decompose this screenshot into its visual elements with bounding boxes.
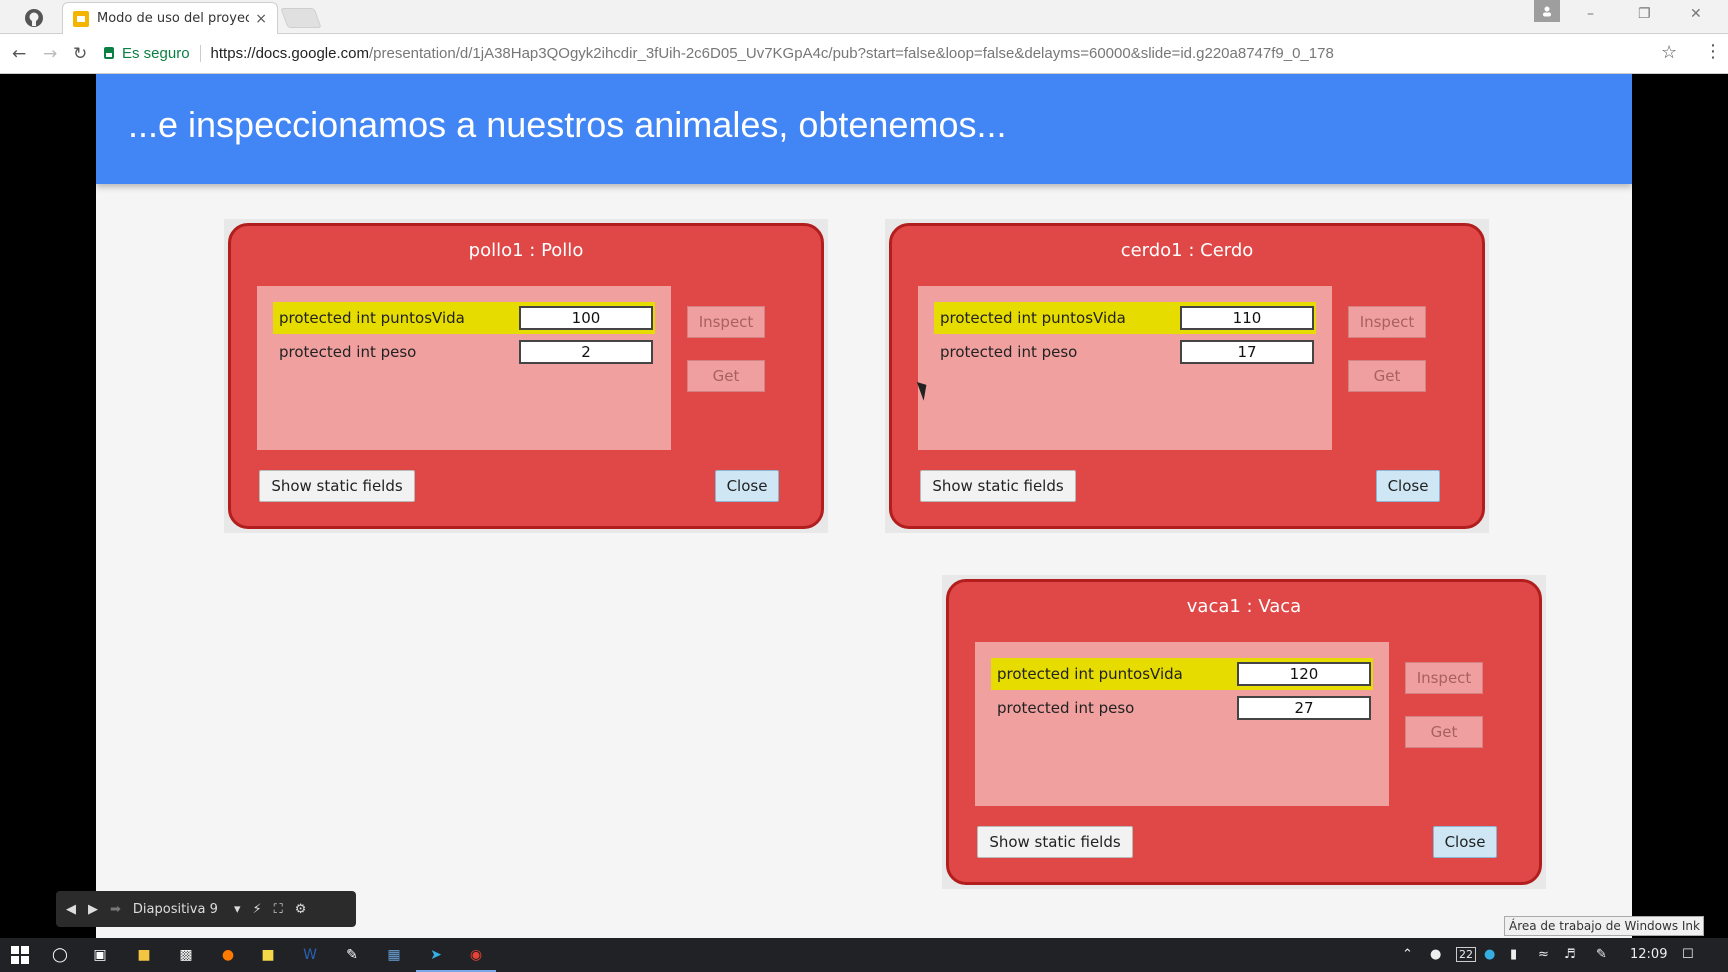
fields-area: protected int puntosVida 120 protected i…: [975, 642, 1389, 806]
slides-favicon-icon: [73, 10, 89, 27]
field-row[interactable]: protected int puntosVida 110: [934, 302, 1316, 334]
url-path: /presentation/d/1jA38Hap3QOgyk2ihcdir_3f…: [368, 44, 1334, 62]
next-slide-icon[interactable]: ➡: [110, 902, 121, 917]
badge-counter[interactable]: 22: [1456, 947, 1476, 962]
tray-overflow-icon[interactable]: ⌃: [1402, 947, 1413, 962]
panel-title: pollo1 : Pollo: [468, 240, 584, 261]
close-button[interactable]: Close: [715, 470, 779, 502]
lock-icon: [104, 47, 114, 59]
field-row[interactable]: protected int puntosVida 100: [273, 302, 655, 334]
person-icon: [1543, 6, 1551, 17]
field-label: protected int puntosVida: [997, 665, 1183, 683]
slide-title: ...e inspeccionamos a nuestros animales,…: [128, 104, 1007, 145]
play-icon[interactable]: ▶: [88, 902, 98, 917]
forward-icon[interactable]: →: [43, 44, 57, 64]
slide-header: ...e inspeccionamos a nuestros animales,…: [96, 74, 1632, 184]
minimize-icon[interactable]: –: [1587, 6, 1594, 22]
address-bar[interactable]: Es seguro https://docs.google.com /prese…: [104, 39, 1684, 67]
sticky-notes-icon[interactable]: ■: [258, 945, 278, 965]
windows-taskbar: ◯ ▣ ■ ▩ ● ■ W ✎ ▦ ➤ ◉ ⌃ ● 22 ● ▮ ≈ ♬ ✎ 1…: [0, 938, 1728, 972]
github-icon: [25, 9, 43, 27]
get-button[interactable]: Get: [1405, 716, 1483, 748]
inspector-panel-cerdo: cerdo1 : Cerdo protected int puntosVida …: [885, 219, 1489, 533]
field-row[interactable]: protected int peso 27: [991, 692, 1373, 724]
app-icon[interactable]: ▦: [384, 945, 404, 965]
url-host: https://docs.google.com: [210, 44, 369, 62]
tab-title: Modo de uso del proyec: [97, 11, 250, 26]
field-label: protected int puntosVida: [279, 309, 465, 327]
secure-label: Es seguro: [122, 44, 201, 62]
field-row[interactable]: protected int puntosVida 120: [991, 658, 1373, 690]
reload-icon[interactable]: ↻: [73, 44, 87, 64]
show-static-fields-button[interactable]: Show static fields: [259, 470, 415, 502]
show-static-fields-button[interactable]: Show static fields: [977, 826, 1133, 858]
inspect-button[interactable]: Inspect: [1348, 306, 1426, 338]
field-label: protected int puntosVida: [940, 309, 1126, 327]
inspect-button[interactable]: Inspect: [687, 306, 765, 338]
notifications-icon[interactable]: ☐: [1682, 947, 1694, 962]
panel-title: vaca1 : Vaca: [1186, 596, 1302, 617]
field-value: 100: [519, 306, 653, 330]
previous-slide-icon[interactable]: ◀: [66, 902, 76, 917]
volume-icon[interactable]: ♬: [1564, 947, 1576, 962]
word-icon[interactable]: W: [300, 945, 320, 965]
active-tab[interactable]: Modo de uso del proyec ×: [62, 2, 278, 34]
firefox-icon[interactable]: ●: [218, 945, 238, 965]
field-label: protected int peso: [279, 343, 417, 361]
presentation-controls: ◀ ▶ ➡ Diapositiva 9 ▾ ⚡ ⛶ ⚙: [56, 891, 356, 927]
field-value: 17: [1180, 340, 1314, 364]
fields-area: protected int puntosVida 100 protected i…: [257, 286, 671, 450]
chrome-menu-icon[interactable]: ⋮: [1704, 41, 1722, 62]
field-value: 120: [1237, 662, 1371, 686]
battery-icon[interactable]: ▮: [1510, 947, 1517, 962]
windows-ink-icon[interactable]: ✎: [1596, 947, 1607, 962]
field-label: protected int peso: [997, 699, 1135, 717]
wifi-icon[interactable]: ≈: [1538, 947, 1549, 962]
show-static-fields-button[interactable]: Show static fields: [920, 470, 1076, 502]
field-row[interactable]: protected int peso 17: [934, 336, 1316, 368]
file-explorer-icon[interactable]: ■: [134, 945, 154, 965]
bookmark-star-icon[interactable]: ☆: [1661, 42, 1677, 63]
fields-area: protected int puntosVida 110 protected i…: [918, 286, 1332, 450]
get-button[interactable]: Get: [687, 360, 765, 392]
back-icon[interactable]: ←: [12, 44, 26, 64]
window-close-icon[interactable]: ✕: [1690, 6, 1702, 22]
inspector-panel-pollo: pollo1 : Pollo protected int puntosVida …: [224, 219, 828, 533]
pen-tool-icon[interactable]: ✎: [342, 945, 362, 965]
cortana-icon[interactable]: ◯: [50, 945, 70, 965]
slide-selector[interactable]: Diapositiva 9 ▾: [133, 902, 241, 917]
close-button[interactable]: Close: [1376, 470, 1440, 502]
new-tab-button[interactable]: [280, 8, 322, 28]
browser-toolbar: ← → ↻ Es seguro https://docs.google.com …: [0, 34, 1728, 74]
laser-pointer-icon[interactable]: ⚡: [253, 902, 262, 917]
terminal-icon[interactable]: ▩: [176, 945, 196, 965]
task-view-icon[interactable]: ▣: [90, 945, 110, 965]
field-row[interactable]: protected int peso 2: [273, 336, 655, 368]
get-button[interactable]: Get: [1348, 360, 1426, 392]
settings-gear-icon[interactable]: ⚙: [295, 902, 307, 917]
windows-ink-tooltip: Área de trabajo de Windows Ink: [1504, 916, 1704, 936]
telegram-icon[interactable]: ➤: [416, 945, 456, 972]
github-tab[interactable]: [18, 6, 50, 30]
tab-strip: Modo de uso del proyec × – ❐ ✕: [0, 0, 1728, 34]
panel-title: cerdo1 : Cerdo: [1120, 240, 1254, 261]
clock[interactable]: 12:09: [1630, 947, 1667, 962]
chrome-icon[interactable]: ◉: [456, 945, 496, 972]
restore-icon[interactable]: ❐: [1638, 6, 1651, 22]
slide: ...e inspeccionamos a nuestros animales,…: [96, 74, 1632, 938]
field-value: 27: [1237, 696, 1371, 720]
inspect-button[interactable]: Inspect: [1405, 662, 1483, 694]
inspector-panel-vaca: vaca1 : Vaca protected int puntosVida 12…: [942, 575, 1546, 889]
field-value: 110: [1180, 306, 1314, 330]
microphone-icon[interactable]: ●: [1430, 947, 1441, 962]
profile-button[interactable]: [1534, 0, 1560, 22]
close-button[interactable]: Close: [1433, 826, 1497, 858]
telegram-tray-icon[interactable]: ●: [1484, 947, 1495, 962]
tab-close-icon[interactable]: ×: [255, 11, 267, 27]
field-label: protected int peso: [940, 343, 1078, 361]
windows-start-icon[interactable]: [10, 945, 30, 965]
slide-label: Diapositiva 9: [132, 901, 218, 917]
field-value: 2: [519, 340, 653, 364]
fullscreen-icon[interactable]: ⛶: [274, 902, 283, 917]
